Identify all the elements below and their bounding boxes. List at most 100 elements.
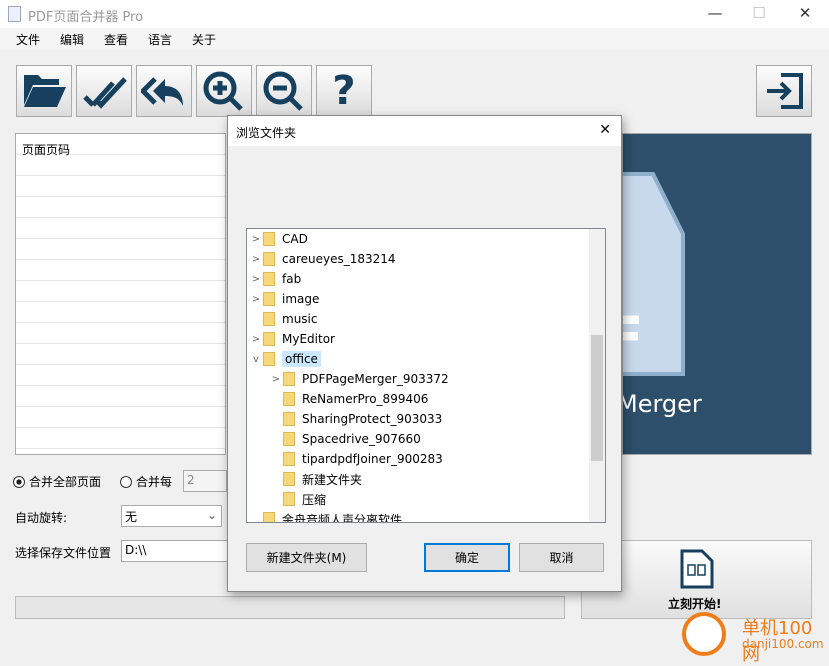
reply-all-icon: [141, 77, 183, 106]
folder-icon: [263, 272, 275, 286]
expander-icon[interactable]: >: [249, 254, 263, 265]
folder-icon: [263, 332, 275, 346]
merge-every-input[interactable]: 2: [183, 470, 227, 492]
preview-text: Merger: [622, 390, 702, 418]
folder-icon: [283, 492, 295, 506]
tree-item[interactable]: SharingProtect_903033: [269, 409, 442, 429]
folder-icon: [283, 432, 295, 446]
expander-icon[interactable]: >: [269, 374, 283, 385]
cancel-button[interactable]: 取消: [519, 543, 604, 572]
tree-item[interactable]: > careueyes_183214: [249, 249, 396, 269]
folder-tree[interactable]: > CAD > careueyes_183214 > fab > image music > MyE…: [246, 228, 606, 523]
expander-icon[interactable]: >: [249, 294, 263, 305]
zoom-out-button[interactable]: [256, 65, 312, 117]
scrollbar-thumb[interactable]: [591, 335, 603, 461]
tree-item[interactable]: v office: [249, 349, 321, 369]
dialog-title: 浏览文件夹: [236, 126, 297, 140]
exit-button[interactable]: [756, 65, 812, 117]
watermark-url: danji100.com: [742, 637, 824, 651]
window-title: PDF页面合并器 Pro: [28, 10, 144, 25]
expander-icon[interactable]: >: [249, 334, 263, 345]
tree-item-label: 金舟音频人声分离软件: [282, 512, 403, 523]
menu-about[interactable]: 关于: [192, 31, 216, 48]
tree-item[interactable]: 金舟音频人声分离软件: [249, 509, 403, 523]
open-button[interactable]: [16, 65, 72, 117]
minimize-button[interactable]: —: [700, 4, 730, 22]
folder-icon: [263, 232, 275, 246]
help-button[interactable]: ?: [316, 65, 372, 117]
folder-icon: [283, 412, 295, 426]
expander-icon[interactable]: >: [249, 274, 263, 285]
tree-item[interactable]: music: [249, 309, 317, 329]
menu-edit[interactable]: 编辑: [60, 31, 84, 48]
tree-item[interactable]: > PDFPageMerger_903372: [269, 369, 449, 389]
folder-icon: [283, 372, 295, 386]
menu-bar: 文件 编辑 查看 语言 关于: [0, 28, 829, 50]
folder-icon: [263, 312, 275, 326]
merge-file-icon: [680, 549, 714, 589]
tree-item-label: office: [282, 351, 321, 367]
close-button[interactable]: ✕: [790, 4, 820, 22]
zoom-in-button[interactable]: [196, 65, 252, 117]
tree-item-label: MyEditor: [282, 332, 335, 346]
folder-icon: [283, 392, 295, 406]
tree-item[interactable]: > CAD: [249, 229, 308, 249]
tree-item[interactable]: 新建文件夹: [269, 469, 362, 489]
auto-rotate-select[interactable]: 无 ⌄: [121, 505, 222, 527]
zoom-out-icon: [263, 71, 303, 111]
list-header: 页面页码: [22, 141, 71, 158]
tree-item[interactable]: ReNamerPro_899406: [269, 389, 428, 409]
maximize-button[interactable]: ☐: [744, 4, 774, 22]
dialog-header: 浏览文件夹 ✕: [228, 116, 621, 146]
svg-text:F: F: [622, 304, 644, 374]
tree-item-label: PDFPageMerger_903372: [302, 372, 449, 386]
auto-rotate-label: 自动旋转:: [15, 511, 68, 525]
tree-item-label: 压缩: [302, 492, 327, 507]
tree-item-label: SharingProtect_903033: [302, 412, 443, 426]
tree-item-label: CAD: [282, 232, 308, 246]
folder-icon: [263, 352, 275, 366]
expander-icon[interactable]: v: [249, 354, 263, 365]
help-icon: ?: [332, 68, 356, 114]
folder-icon: [263, 252, 275, 266]
tree-item-label: careueyes_183214: [282, 252, 396, 266]
folder-icon: [283, 452, 295, 466]
dialog-close-button[interactable]: ✕: [599, 122, 611, 138]
watermark-logo: [682, 612, 726, 656]
zoom-in-icon: [203, 71, 243, 111]
double-check-icon: [83, 77, 127, 109]
exit-icon: [767, 73, 803, 109]
merge-every-label: 合并每: [136, 475, 173, 489]
preview-panel: F Merger: [622, 133, 812, 455]
app-icon: [8, 6, 21, 22]
tree-item-label: ReNamerPro_899406: [302, 392, 429, 406]
tree-scrollbar[interactable]: [589, 229, 605, 522]
tree-item-label: 新建文件夹: [302, 472, 363, 487]
tree-item-label: Spacedrive_907660: [302, 432, 421, 446]
save-location-input[interactable]: D:\\: [121, 540, 231, 562]
menu-language[interactable]: 语言: [148, 31, 172, 48]
tree-item-label: tipardpdfJoiner_900283: [302, 452, 443, 466]
tree-item[interactable]: tipardpdfJoiner_900283: [269, 449, 443, 469]
tree-item[interactable]: > fab: [249, 269, 301, 289]
tree-item[interactable]: 压缩: [269, 489, 326, 509]
undo-all-button[interactable]: [136, 65, 192, 117]
page-list[interactable]: 页面页码: [15, 133, 226, 455]
tree-item-label: image: [282, 292, 320, 306]
chevron-down-icon: ⌄: [206, 508, 217, 522]
progress-bar: [15, 596, 565, 619]
tree-item[interactable]: > image: [249, 289, 319, 309]
merge-all-label: 合并全部页面: [29, 475, 102, 489]
ok-button[interactable]: 确定: [424, 543, 510, 572]
menu-file[interactable]: 文件: [16, 31, 40, 48]
merge-all-radio[interactable]: [13, 475, 25, 488]
merge-every-radio[interactable]: [120, 475, 132, 488]
menu-view[interactable]: 查看: [104, 31, 128, 48]
open-folder-icon: [24, 75, 66, 107]
tree-item[interactable]: > MyEditor: [249, 329, 335, 349]
new-folder-button[interactable]: 新建文件夹(M): [246, 543, 367, 572]
select-all-button[interactable]: [76, 65, 132, 117]
tree-item[interactable]: Spacedrive_907660: [269, 429, 421, 449]
expander-icon[interactable]: >: [249, 234, 263, 245]
folder-icon: [263, 292, 275, 306]
